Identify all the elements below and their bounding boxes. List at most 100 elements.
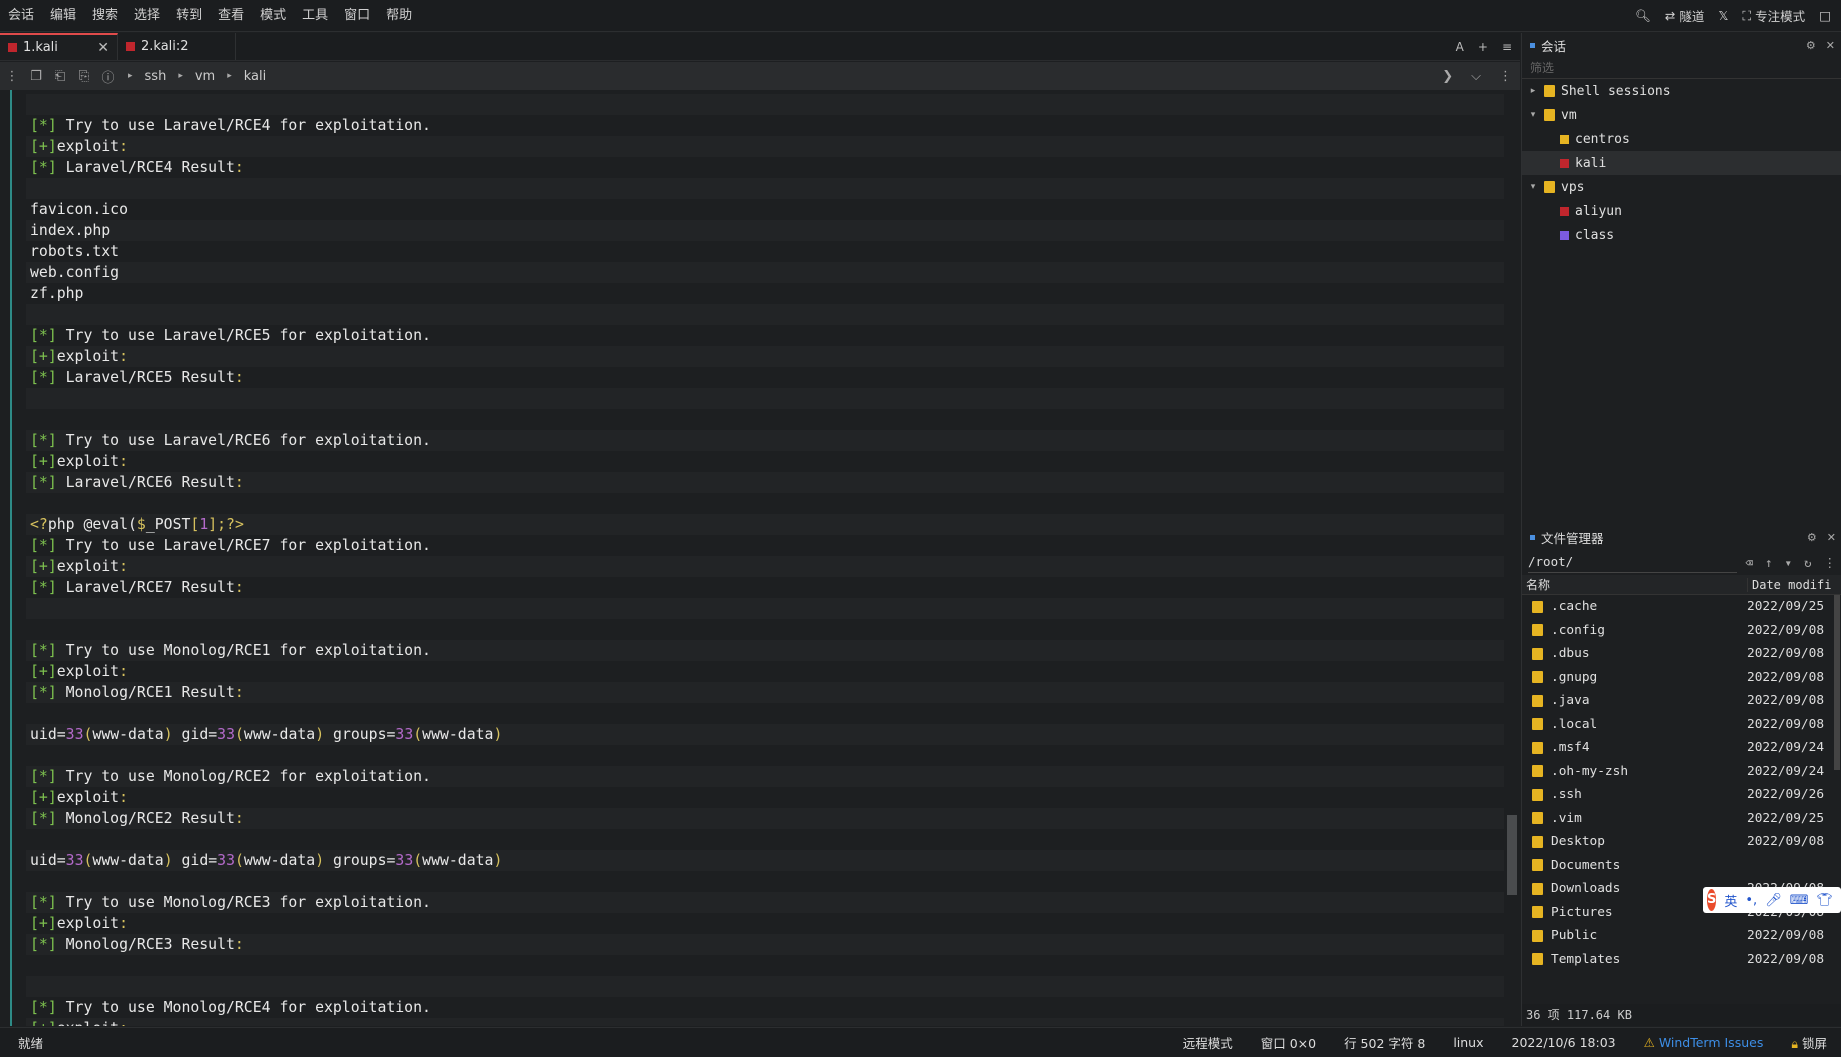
folder-icon <box>1532 694 1543 707</box>
menu-item[interactable]: 窗口 <box>336 0 378 32</box>
file-row[interactable]: .config 2022/09/08 <box>1522 619 1841 643</box>
file-row[interactable]: .cache 2022/09/25 <box>1522 595 1841 619</box>
status-os: linux <box>1453 1035 1484 1050</box>
window-icon[interactable]: □ <box>1819 8 1831 23</box>
file-row[interactable]: .java 2022/09/08 <box>1522 689 1841 713</box>
font-icon[interactable]: A <box>1456 40 1464 54</box>
menu-item[interactable]: 会话 <box>0 0 42 32</box>
menu-item[interactable]: 转到 <box>168 0 210 32</box>
clear-icon[interactable]: ⌫ <box>1745 555 1753 570</box>
status-mode[interactable]: 远程模式 <box>1183 1033 1233 1052</box>
file-name: Public <box>1551 928 1598 944</box>
issues-link[interactable]: ⚠ WindTerm Issues <box>1644 1035 1764 1050</box>
session-tree-item[interactable]: ▾ vps <box>1522 175 1841 199</box>
tab-kali-1[interactable]: 1.kali ✕ <box>0 33 118 60</box>
skin-icon[interactable]: 👕︎ <box>1816 893 1833 908</box>
chevron-down-icon[interactable]: ▾ <box>1528 182 1538 192</box>
file-row[interactable]: Templates 2022/09/08 <box>1522 948 1841 972</box>
terminal-output[interactable]: [*] Try to use Laravel/RCE4 for exploita… <box>0 90 1520 1026</box>
punctuation-icon[interactable]: •, <box>1745 893 1757 908</box>
gear-icon[interactable]: ⚙ <box>1807 531 1817 544</box>
breadcrumb-kali[interactable]: kali <box>244 69 267 84</box>
close-icon[interactable]: ✕ <box>1827 531 1836 544</box>
menu-item[interactable]: 查看 <box>210 0 252 32</box>
refresh-icon[interactable]: ↻ <box>1804 555 1812 570</box>
column-date-modified[interactable]: Date modifi <box>1747 577 1831 592</box>
file-list-scrollbar[interactable] <box>1834 595 1840 770</box>
folder-icon <box>1532 953 1543 966</box>
keyboard-icon[interactable]: ⌨ <box>1790 893 1809 908</box>
menu-item[interactable]: 选择 <box>126 0 168 32</box>
session-tree-item[interactable]: centros <box>1522 127 1841 151</box>
tab-kali-2[interactable]: 2.kali:2 <box>118 33 236 60</box>
new-session-icon[interactable]: ❐ <box>24 69 48 84</box>
chevron-down-icon[interactable]: ▾ <box>1528 110 1538 120</box>
path-input[interactable]: /root/ <box>1528 551 1738 573</box>
file-row[interactable]: Desktop 2022/09/08 <box>1522 830 1841 854</box>
chevron-down-icon[interactable]: ⌵ <box>1471 69 1481 84</box>
file-row[interactable]: Documents <box>1522 854 1841 878</box>
duplicate-session-icon[interactable]: ⎗ <box>48 69 72 84</box>
tunnel-icon: ⇄ <box>1664 8 1676 23</box>
file-row[interactable]: .vim 2022/09/25 <box>1522 807 1841 831</box>
copy-session-icon[interactable]: ⎘ <box>72 69 96 84</box>
add-tab-icon[interactable]: + <box>1478 40 1488 54</box>
menu-item[interactable]: 模式 <box>252 0 294 32</box>
folder-icon <box>1532 882 1543 895</box>
file-row[interactable]: .ssh 2022/09/26 <box>1522 783 1841 807</box>
lock-label: 锁屏 <box>1801 1036 1827 1051</box>
info-icon[interactable]: ⓘ <box>96 67 120 86</box>
folder-icon <box>1532 647 1543 660</box>
scrollbar-thumb[interactable] <box>1507 815 1517 895</box>
drag-handle-icon[interactable]: ⋮ <box>0 69 24 84</box>
column-name[interactable]: 名称 <box>1522 576 1747 593</box>
terminal-line: [*] Laravel/RCE6 Result: <box>26 472 1504 493</box>
file-row[interactable]: .oh-my-zsh 2022/09/24 <box>1522 760 1841 784</box>
close-icon[interactable]: ✕ <box>97 40 109 56</box>
file-row[interactable]: .msf4 2022/09/24 <box>1522 736 1841 760</box>
menu-item[interactable]: 编辑 <box>42 0 84 32</box>
file-row[interactable]: .gnupg 2022/09/08 <box>1522 666 1841 690</box>
tab-list-icon[interactable]: ≡ <box>1502 40 1512 54</box>
session-tree-item[interactable]: aliyun <box>1522 199 1841 223</box>
file-row[interactable]: .local 2022/09/08 <box>1522 713 1841 737</box>
menu-item[interactable]: 搜索 <box>84 0 126 32</box>
more-icon[interactable]: ⋮ <box>1499 69 1512 84</box>
close-icon[interactable]: ✕ <box>1826 39 1835 52</box>
menu-item[interactable]: 帮助 <box>378 0 420 32</box>
session-color-icon <box>8 43 17 52</box>
terminal-line: [+]exploit: <box>30 453 129 470</box>
file-date: 2022/09/08 <box>1747 669 1825 685</box>
session-tree-item[interactable]: class <box>1522 223 1841 247</box>
session-tree-item[interactable]: kali <box>1522 151 1841 175</box>
search-icon[interactable]: 🔍︎ <box>1635 8 1651 24</box>
file-row[interactable]: .dbus 2022/09/08 <box>1522 642 1841 666</box>
session-filter-input[interactable]: 筛选 <box>1522 57 1841 79</box>
more-icon[interactable]: ⋮ <box>1824 555 1837 570</box>
tunnel-button[interactable]: ⇄ 隧道 <box>1665 6 1705 25</box>
chevron-right-icon[interactable]: ▸ <box>1528 86 1538 96</box>
file-date: 2022/09/24 <box>1747 740 1825 756</box>
chevron-down-icon[interactable]: ▾ <box>1784 555 1792 570</box>
x-icon[interactable]: 𝕏 <box>1718 8 1728 23</box>
menu-item[interactable]: 工具 <box>294 0 336 32</box>
terminal-gutter <box>10 90 12 1026</box>
terminal-scrollbar[interactable] <box>1505 90 1519 1026</box>
terminal-line <box>26 598 1504 619</box>
terminal-line: [*] Laravel/RCE5 Result: <box>30 369 244 386</box>
session-tree-item[interactable]: ▾ vm <box>1522 103 1841 127</box>
breadcrumb-vm[interactable]: vm <box>195 69 215 84</box>
ime-toolbar[interactable]: S 英 •, 🎤︎ ⌨ 👕︎ ▦ <box>1703 887 1841 913</box>
session-tree-item[interactable]: ▸ Shell sessions <box>1522 79 1841 103</box>
file-row[interactable]: Public 2022/09/08 <box>1522 924 1841 948</box>
lock-screen-button[interactable]: 🔒︎ 锁屏 <box>1791 1033 1827 1052</box>
file-name: .local <box>1551 716 1598 732</box>
ime-language[interactable]: 英 <box>1724 891 1737 910</box>
up-icon[interactable]: ↑ <box>1765 555 1773 570</box>
breadcrumb-ssh[interactable]: ssh <box>145 69 167 84</box>
gear-icon[interactable]: ⚙ <box>1806 39 1816 52</box>
next-icon[interactable]: ❯ <box>1442 69 1453 84</box>
focus-mode-button[interactable]: ⛶ 专注模式 <box>1742 6 1805 25</box>
microphone-icon[interactable]: 🎤︎ <box>1765 893 1782 908</box>
